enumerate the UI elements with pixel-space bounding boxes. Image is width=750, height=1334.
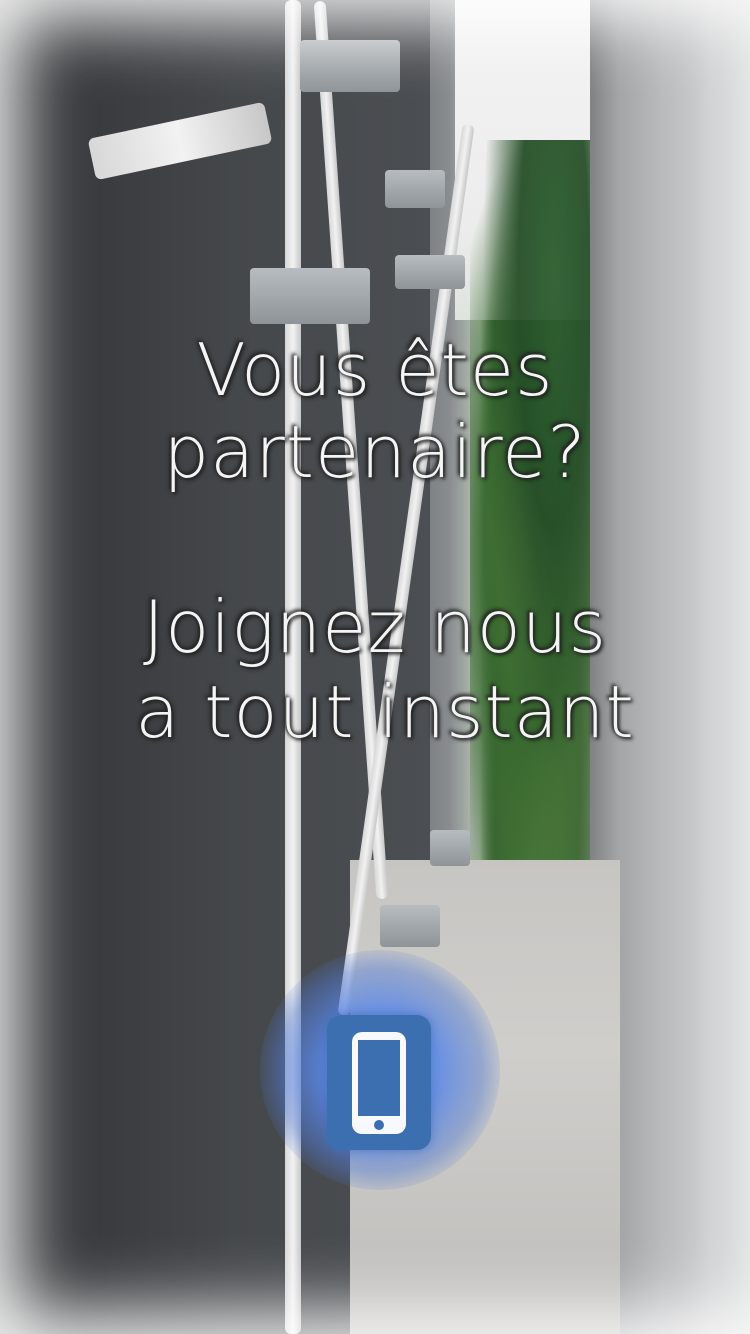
headline-line-2: partenaire? bbox=[163, 410, 587, 494]
promo-screen: Vous êtes partenaire? Joignez nous a tou… bbox=[0, 0, 750, 1334]
decor-fitting bbox=[385, 170, 445, 208]
decor-fitting bbox=[395, 255, 465, 289]
decor-fitting bbox=[430, 830, 470, 866]
decor-fitting bbox=[380, 905, 440, 947]
headline-line-1: Vous êtes bbox=[196, 328, 554, 412]
headline-line-4: a tout instant bbox=[135, 670, 635, 754]
headline-line-3: Joignez nous bbox=[143, 585, 607, 669]
smartphone-icon bbox=[352, 1031, 406, 1134]
decor-fitting bbox=[300, 40, 400, 92]
call-phone-button[interactable] bbox=[327, 1015, 431, 1150]
decor-fitting bbox=[250, 268, 370, 324]
